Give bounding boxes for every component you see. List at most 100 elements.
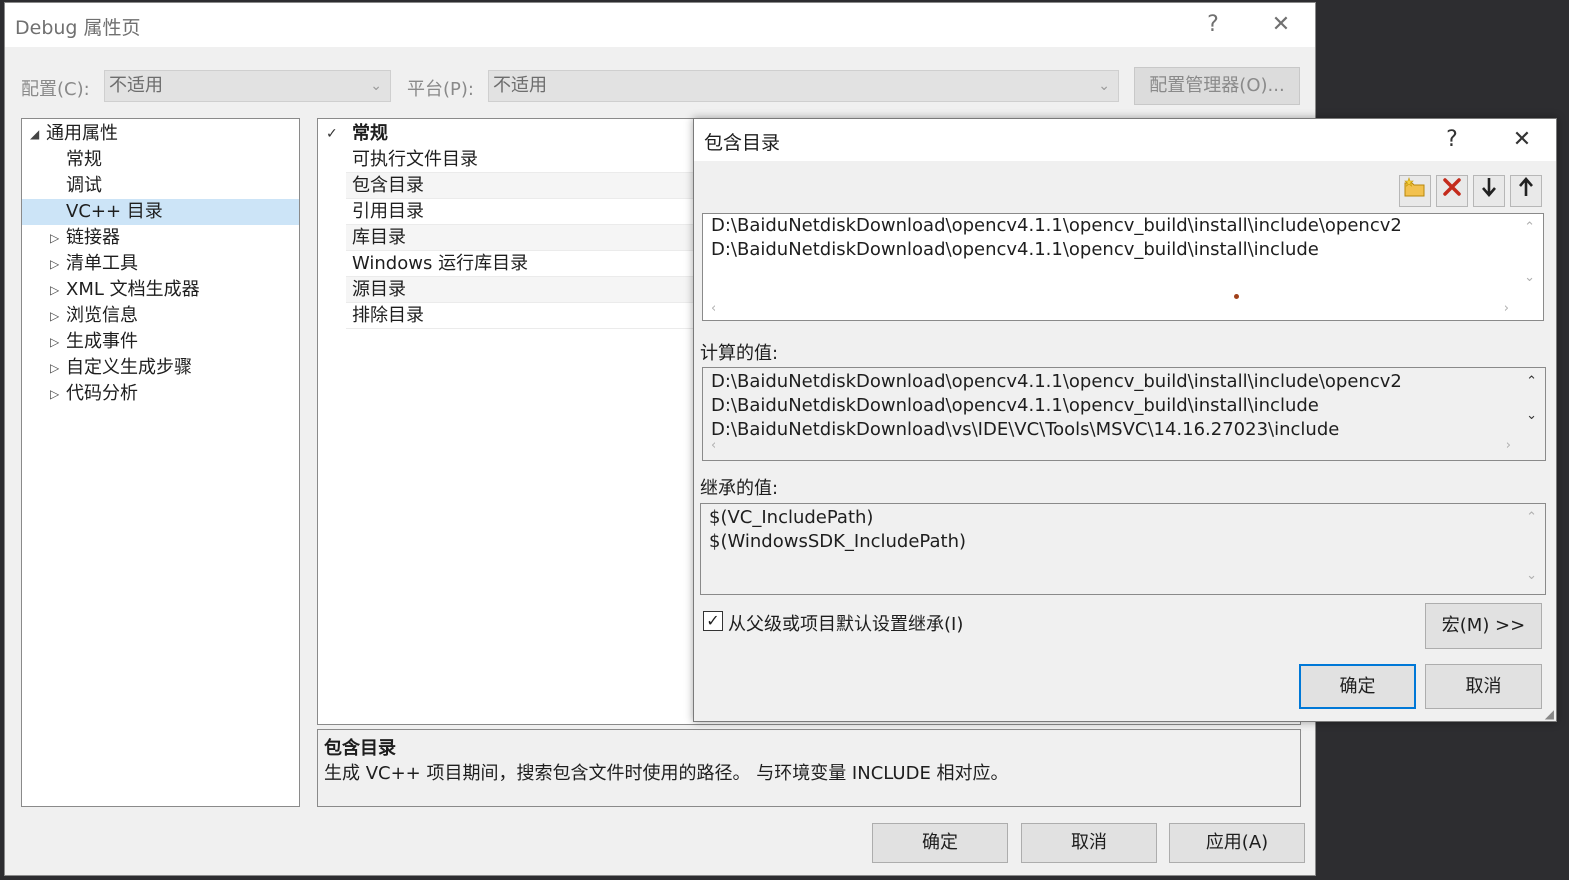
collapse-chevron-icon[interactable]: ✓ <box>326 121 338 147</box>
description-panel: 包含目录 生成 VC++ 项目期间，搜索包含文件时使用的路径。 与环境变量 IN… <box>317 729 1301 807</box>
title-bar: Debug 属性页 ? ✕ <box>5 3 1315 47</box>
grid-row-label: 包含目录 <box>352 175 424 196</box>
expanded-triangle-icon[interactable]: ◢ <box>30 121 39 147</box>
chevron-down-icon: ⌄ <box>1098 78 1110 94</box>
tree-item-label: 自定义生成步骤 <box>66 357 192 378</box>
scroll-up-arrow-icon[interactable]: ⌃ <box>1526 374 1537 389</box>
move-down-button[interactable] <box>1473 175 1505 207</box>
cancel-button[interactable]: 取消 <box>1021 823 1157 863</box>
delete-icon <box>1443 178 1461 196</box>
tree-item[interactable]: ▷ XML 文档生成器 <box>22 277 299 303</box>
dialog-ok-button[interactable]: 确定 <box>1299 664 1416 709</box>
grid-row-label: 可执行文件目录 <box>352 149 478 170</box>
grid-row-label: 排除目录 <box>352 305 424 326</box>
tree-item-label: 浏览信息 <box>66 305 138 326</box>
ok-button[interactable]: 确定 <box>872 823 1008 863</box>
move-up-button[interactable] <box>1510 175 1542 207</box>
inherited-path-entry[interactable]: $(VC_IncludePath) <box>709 506 873 530</box>
config-label: 配置(C): <box>21 79 90 100</box>
dialog-title-bar: 包含目录 ? ✕ <box>694 119 1556 161</box>
config-manager-button[interactable]: 配置管理器(O)... <box>1134 67 1300 105</box>
close-button[interactable]: ✕ <box>1261 3 1301 47</box>
include-path-entry[interactable]: D:\BaiduNetdiskDownload\opencv4.1.1\open… <box>711 238 1319 262</box>
evaluated-path-entry[interactable]: D:\BaiduNetdiskDownload\opencv4.1.1\open… <box>711 394 1319 418</box>
tree-item[interactable]: ▷ 代码分析 <box>22 381 299 407</box>
collapsed-triangle-icon[interactable]: ▷ <box>50 329 59 355</box>
scroll-up-arrow-icon[interactable]: ⌃ <box>1524 220 1535 235</box>
scroll-down-arrow-icon[interactable]: ⌄ <box>1526 568 1537 583</box>
description-title: 包含目录 <box>324 738 396 759</box>
collapsed-triangle-icon[interactable]: ▷ <box>50 225 59 251</box>
tree-item-label: 生成事件 <box>66 331 138 352</box>
tree-item[interactable]: ▷ 浏览信息 <box>22 303 299 329</box>
tree-item-label: 清单工具 <box>66 253 138 274</box>
tree-item[interactable]: ▷ 链接器 <box>22 225 299 251</box>
property-tree: ◢ 通用属性 常规调试 VC++ 目录 ▷ 链接器 ▷ 清单工具 ▷ XML 文档生成器 ▷ 浏览… <box>21 118 300 807</box>
resize-grip-icon[interactable]: ◢ <box>1545 707 1554 721</box>
tree-root-common-properties[interactable]: ◢ 通用属性 <box>22 121 299 147</box>
tree-item[interactable]: 调试 <box>22 173 299 199</box>
inherited-path-entry[interactable]: $(WindowsSDK_IncludePath) <box>709 530 966 554</box>
inherited-values-list[interactable]: ⌃ ⌄ $(VC_IncludePath) $(WindowsSDK_Includ… <box>700 503 1546 595</box>
grid-row-label: Windows 运行库目录 <box>352 253 529 274</box>
scroll-right-arrow-icon[interactable]: › <box>1506 438 1511 453</box>
move-down-icon <box>1482 178 1496 197</box>
config-dropdown[interactable]: 不适用 ⌄ <box>104 70 391 102</box>
scroll-up-arrow-icon[interactable]: ⌃ <box>1526 510 1537 525</box>
platform-label: 平台(P): <box>407 79 474 100</box>
grid-category-label: 常规 <box>352 123 388 144</box>
dialog-close-button[interactable]: ✕ <box>1504 119 1540 161</box>
scroll-down-arrow-icon[interactable]: ⌄ <box>1524 270 1535 285</box>
collapsed-triangle-icon[interactable]: ▷ <box>50 355 59 381</box>
collapsed-triangle-icon[interactable]: ▷ <box>50 251 59 277</box>
grid-row-label: 库目录 <box>352 227 406 248</box>
move-up-icon <box>1519 177 1533 196</box>
include-paths-list[interactable]: ⌃ ⌄ ‹ › D:\BaiduNetdiskDownload\opencv4.… <box>702 213 1544 321</box>
scroll-right-arrow-icon[interactable]: › <box>1504 301 1509 316</box>
evaluated-values-label: 计算的值: <box>700 343 779 364</box>
dialog-help-button[interactable]: ? <box>1434 119 1470 161</box>
tree-item-label: 调试 <box>66 175 102 196</box>
inherited-values-label: 继承的值: <box>700 478 779 499</box>
include-path-entry[interactable]: D:\BaiduNetdiskDownload\opencv4.1.1\open… <box>711 214 1402 238</box>
dialog-cancel-button[interactable]: 取消 <box>1425 664 1542 709</box>
chevron-down-icon: ⌄ <box>370 78 382 94</box>
cursor-dot <box>1234 294 1239 299</box>
tree-item-label: XML 文档生成器 <box>66 279 200 300</box>
scroll-down-arrow-icon[interactable]: ⌄ <box>1526 408 1537 423</box>
evaluated-values-list[interactable]: ⌃ ⌄ ‹ › D:\BaiduNetdiskDownload\opencv4.… <box>702 367 1546 461</box>
include-directories-dialog: 包含目录 ? ✕ ⌃ ⌄ ‹ › D:\BaiduNetdiskDownload… <box>693 118 1557 722</box>
tree-root-label: 通用属性 <box>46 123 118 144</box>
grid-row-label: 引用目录 <box>352 201 424 222</box>
collapsed-triangle-icon[interactable]: ▷ <box>50 381 59 407</box>
tree-item-label: 代码分析 <box>66 383 138 404</box>
tree-item[interactable]: ▷ 生成事件 <box>22 329 299 355</box>
description-text: 生成 VC++ 项目期间，搜索包含文件时使用的路径。 与环境变量 INCLUDE… <box>324 763 1009 784</box>
tree-item[interactable]: ▷ 自定义生成步骤 <box>22 355 299 381</box>
inherit-checkbox-label[interactable]: 从父级或项目默认设置继承(I) <box>728 610 963 636</box>
scroll-left-arrow-icon[interactable]: ‹ <box>711 301 716 316</box>
tree-item[interactable]: ▷ 清单工具 <box>22 251 299 277</box>
platform-value: 不适用 <box>493 75 547 96</box>
evaluated-path-entry[interactable]: D:\BaiduNetdiskDownload\vs\IDE\VC\Tools\… <box>711 418 1339 442</box>
config-value: 不适用 <box>109 75 163 96</box>
tree-item-label: 常规 <box>66 149 102 170</box>
grid-row-label: 源目录 <box>352 279 406 300</box>
tree-item[interactable]: 常规 <box>22 147 299 173</box>
macros-button[interactable]: 宏(M) >> <box>1425 603 1542 649</box>
evaluated-path-entry[interactable]: D:\BaiduNetdiskDownload\opencv4.1.1\open… <box>711 370 1402 394</box>
new-line-button[interactable] <box>1399 175 1431 207</box>
apply-button[interactable]: 应用(A) <box>1169 823 1305 863</box>
dialog-title: 包含目录 <box>704 132 781 154</box>
tree-item-label: VC++ 目录 <box>66 201 163 222</box>
new-folder-icon <box>1404 177 1425 197</box>
checkmark-icon: ✓ <box>706 611 720 630</box>
platform-dropdown[interactable]: 不适用 ⌄ <box>488 70 1119 102</box>
help-button[interactable]: ? <box>1193 3 1233 47</box>
collapsed-triangle-icon[interactable]: ▷ <box>50 277 59 303</box>
inherit-checkbox[interactable]: ✓ <box>703 611 723 631</box>
delete-line-button[interactable] <box>1436 175 1468 207</box>
collapsed-triangle-icon[interactable]: ▷ <box>50 303 59 329</box>
tree-item-label: 链接器 <box>66 227 120 248</box>
tree-item[interactable]: VC++ 目录 <box>22 199 299 225</box>
